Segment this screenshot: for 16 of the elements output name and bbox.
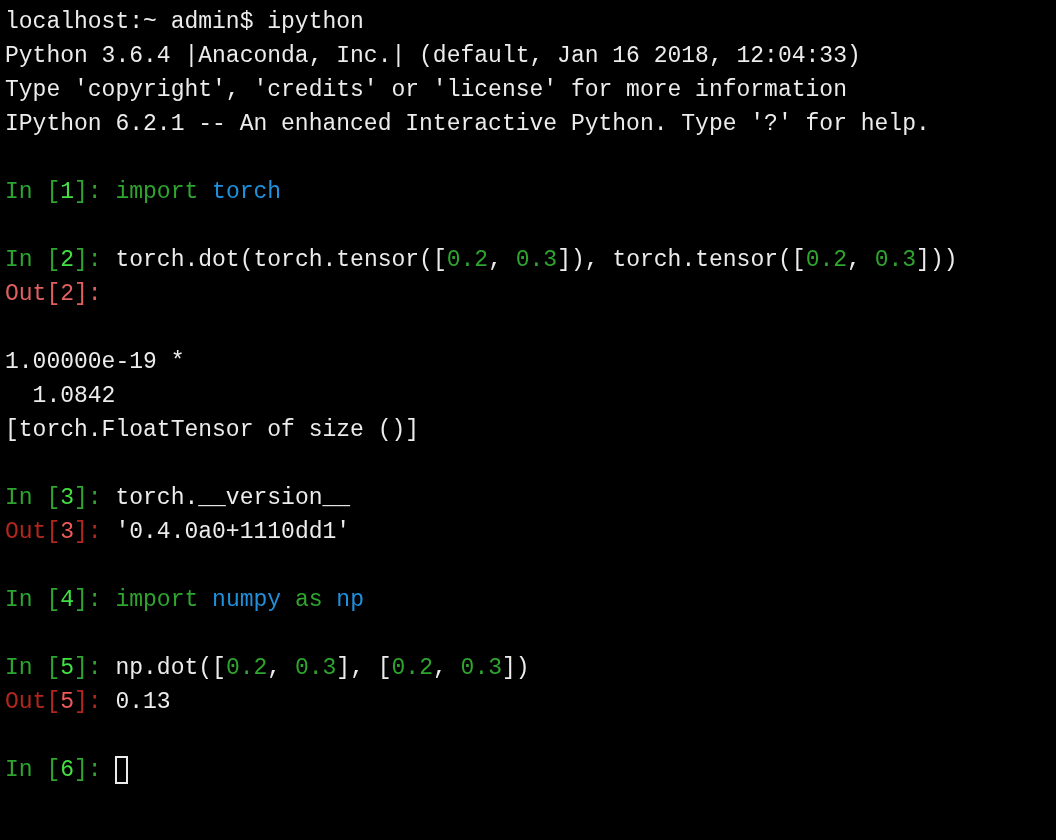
terminal-line: In [6]: — [5, 756, 103, 785]
terminal-line: Out[3]: '0.4.0a0+1110dd1' — [5, 518, 351, 547]
terminal-line: Python 3.6.4 |Anaconda, Inc.| (default, Jan 16 2018, 12:04:33) — [5, 42, 861, 71]
terminal-line: Type 'copyright', 'credits' or 'license' for more information — [5, 76, 847, 105]
terminal-line: In [3]: torch.__version__ — [5, 484, 351, 513]
terminal-line: IPython 6.2.1 -- An enhanced Interactive Python. Type '?' for help. — [5, 110, 930, 139]
terminal-line: [torch.FloatTensor of size ()] — [5, 416, 420, 445]
terminal-line: 1.00000e-19 * — [5, 348, 185, 377]
terminal-line: 1.0842 — [31, 382, 116, 411]
terminal-line: localhost:~ admin$ ipython — [5, 8, 364, 37]
terminal-line: In [5]: np.dot([0.2, 0.3], [0.2, 0.3]) — [5, 654, 530, 683]
terminal-line: In [4]: import numpy as np — [5, 586, 364, 615]
terminal-line: Out[2]: — [5, 280, 102, 309]
terminal-line: In [2]: torch.dot(torch.tensor([0.2, 0.3]), torch.tensor([0.2, 0.3])) — [5, 246, 958, 275]
terminal-line: Out[5]: 0.13 — [5, 688, 171, 717]
terminal-line: In [1]: import torch — [5, 178, 282, 207]
